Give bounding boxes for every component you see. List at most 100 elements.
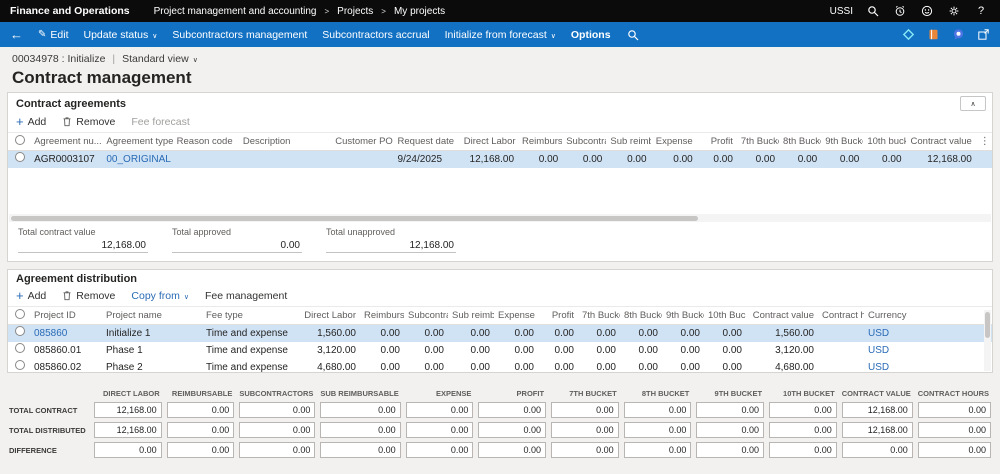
diamond-badge-icon[interactable] [901,28,915,42]
column-header[interactable]: Sub reimb... [606,133,650,151]
column-header[interactable]: 9th Bucket [821,133,863,151]
column-header[interactable]: 10th Bucket [704,307,746,325]
actionbar-search-icon[interactable] [626,28,640,42]
total-approved-field: Total approved 0.00 [172,227,302,253]
column-header[interactable]: 8th Bucket [779,133,821,151]
column-header[interactable]: Reimbursa... [360,307,404,325]
back-icon[interactable]: ← [10,28,23,41]
horizontal-scrollbar[interactable] [9,214,991,222]
column-header[interactable]: Direct Labor [298,307,360,325]
add-button[interactable]: + Add [16,289,46,302]
row-radio[interactable] [15,343,25,353]
column-header[interactable]: Profit [697,133,737,151]
settings-gear-icon[interactable] [947,4,961,18]
column-header[interactable]: Contract h... [818,307,864,325]
row-select-cell[interactable] [8,151,30,169]
column-header[interactable]: Currency [864,307,910,325]
column-header[interactable]: Contract value [906,133,976,151]
row-radio[interactable] [15,326,25,336]
summary-value: 12,168.00 [842,402,913,418]
column-header[interactable]: 7th Bucket [578,307,620,325]
grid-cell: 0.00 [704,325,746,343]
column-header[interactable]: Agreement type [102,133,172,151]
copy-from-button[interactable]: Copy from ∨ [131,290,189,302]
fee-management-button[interactable]: Fee management [205,290,287,302]
column-header[interactable]: Subcontra... [404,307,448,325]
column-header[interactable]: 7th Bucket [737,133,779,151]
guide-book-icon[interactable] [926,28,940,42]
search-icon[interactable] [866,4,880,18]
column-header[interactable]: Expense [651,133,697,151]
column-header[interactable]: Sub reimb... [448,307,494,325]
action-options[interactable]: Options [571,29,611,41]
grid-row[interactable]: 085860.02Phase 2Time and expense4,680.00… [8,359,992,372]
column-header[interactable]: Request date [394,133,460,151]
scrollbar-thumb[interactable] [985,312,990,338]
column-header[interactable]: Expense [494,307,538,325]
teams-chat-icon[interactable] [951,28,965,42]
grid-cell[interactable]: USD [864,342,910,359]
open-in-new-window-icon[interactable] [976,28,990,42]
summary-column-header: 8TH BUCKET [624,389,692,398]
grid-cell: 4,680.00 [746,359,818,372]
fee-forecast-button[interactable]: Fee forecast [131,116,189,128]
add-plus-icon: + [16,115,24,128]
grid-cell: 0.00 [620,342,662,359]
breadcrumb-item[interactable]: Project management and accounting [154,6,317,17]
grid-row[interactable]: 085860.01Phase 1Time and expense3,120.00… [8,342,992,359]
column-header[interactable]: Subcontra... [562,133,606,151]
feedback-smiley-icon[interactable] [920,4,934,18]
grid-cell[interactable]: USD [864,325,910,343]
grid-cell[interactable]: 00_ORIGINAL [102,151,172,169]
column-header[interactable]: Agreement nu... ↑ [30,133,102,151]
column-header[interactable]: 10th bucket [863,133,905,151]
column-header[interactable]: Contract value [746,307,818,325]
chevron-down-icon: ∨ [152,32,157,40]
view-selector[interactable]: Standard view ∨ [122,53,198,65]
row-select-cell[interactable] [8,359,30,372]
grid-cell: 0.00 [404,325,448,343]
grid-row[interactable]: AGR000310700_ORIGINAL9/24/202512,168.000… [8,151,992,169]
add-button[interactable]: + Add [16,115,46,128]
scrollbar-thumb[interactable] [11,216,698,221]
column-header[interactable]: Profit [538,307,578,325]
column-header[interactable]: 9th Bucket [662,307,704,325]
action-update-status[interactable]: Update status∨ [83,29,157,41]
remove-button[interactable]: Remove [62,290,115,302]
column-header[interactable]: Description [239,133,331,151]
column-header[interactable]: Fee type [202,307,298,325]
row-select-cell[interactable] [8,325,30,343]
app-title[interactable]: Finance and Operations [10,5,130,17]
action-subcontractors-management[interactable]: Subcontractors management [172,29,307,41]
column-header[interactable]: 8th Bucket [620,307,662,325]
help-icon[interactable]: ? [974,4,988,18]
select-all-radio[interactable] [8,307,30,325]
row-radio[interactable] [15,360,25,370]
breadcrumb-item[interactable]: Projects [337,6,373,17]
edit-button[interactable]: ✎ Edit [38,29,68,41]
grid-cell[interactable]: 085860 [30,325,102,343]
grid-cell: 0.00 [404,359,448,372]
breadcrumb-item[interactable]: My projects [394,6,445,17]
column-header[interactable]: Reason code [173,133,239,151]
row-radio[interactable] [15,152,25,162]
grid-row[interactable]: 085860Initialize 1Time and expense1,560.… [8,325,992,343]
grid-cell: 0.00 [538,325,578,343]
grid-cell: 085860.01 [30,342,102,359]
collapse-section-icon[interactable]: ∧ [960,96,986,111]
remove-button[interactable]: Remove [62,116,115,128]
grid-cell[interactable]: USD [864,359,910,372]
summary-column-header: SUB REIMBURSABLE [320,389,400,398]
column-header[interactable]: Project name [102,307,202,325]
select-all-radio[interactable] [8,133,30,151]
row-select-cell[interactable] [8,342,30,359]
vertical-scrollbar[interactable] [984,310,991,371]
column-header[interactable]: Project ID [30,307,102,325]
action-initialize-from-forecast[interactable]: Initialize from forecast∨ [445,29,556,41]
grid-options-icon[interactable]: ⋮ [976,133,992,151]
column-header[interactable]: Reimbursa... [518,133,562,151]
column-header[interactable]: Customer PO [331,133,393,151]
alarm-icon[interactable] [893,4,907,18]
action-subcontractors-accrual[interactable]: Subcontractors accrual [322,29,429,41]
column-header[interactable]: Direct Labor [460,133,518,151]
